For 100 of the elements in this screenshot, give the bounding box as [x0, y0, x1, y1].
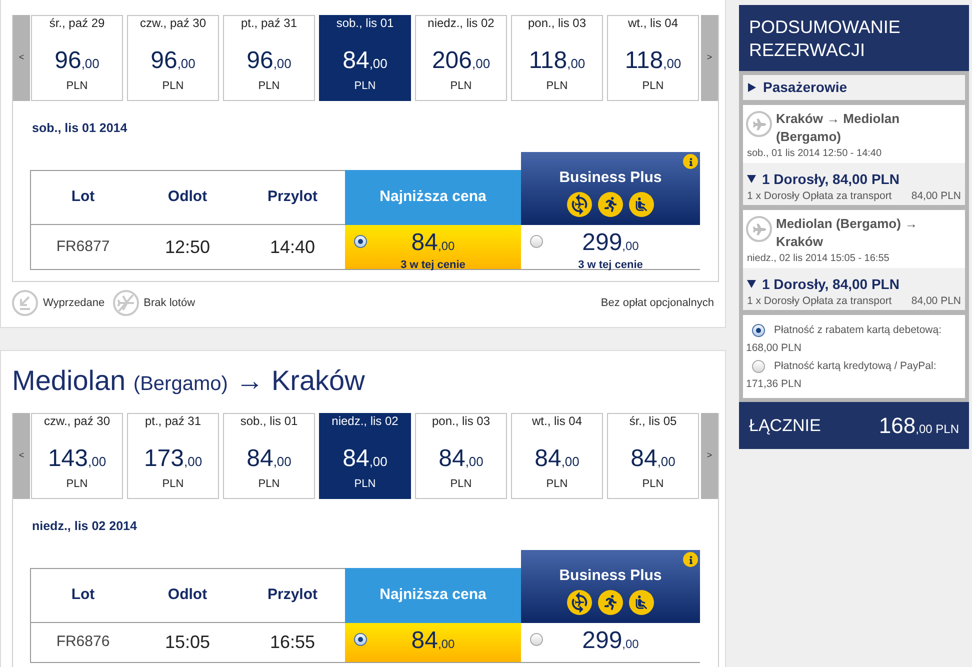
- fare-header: Najniższa cena: [345, 568, 521, 623]
- fare-cell[interactable]: 84,00: [345, 623, 521, 662]
- fare-line-amount: 84,00 PLN: [911, 294, 961, 308]
- date-tile[interactable]: śr., lis 05 84,00 PLN: [607, 413, 699, 499]
- summary-title: PODSUMOWANIE REZERWACJI: [749, 16, 902, 62]
- date-tile[interactable]: czw., paź 30 143,00 PLN: [31, 413, 123, 499]
- availability-note: 3 w tej cenie: [578, 259, 643, 272]
- date-tile[interactable]: czw., paź 30 96,00 PLN: [127, 15, 219, 101]
- date-label: niedz., lis 02: [428, 16, 494, 30]
- date-tile[interactable]: sob., lis 01 84,00 PLN: [319, 15, 411, 101]
- next-button[interactable]: >: [701, 15, 718, 101]
- price: 96,00: [54, 49, 100, 76]
- currency-label: PLN: [162, 80, 184, 93]
- payment-label: Płatność z rabatem kartą debetową:: [774, 322, 942, 338]
- price: 96,00: [150, 49, 196, 76]
- fare-price: 84,00: [411, 628, 455, 656]
- legend-label: Wyprzedane: [43, 296, 105, 311]
- radio-button[interactable]: [752, 360, 765, 373]
- fare-line-amount: 84,00 PLN: [911, 189, 961, 203]
- flight-schedule: sob., 01 lis 2014 12:50 - 14:40: [746, 147, 883, 160]
- flight-route: Mediolan (Bergamo) → Kraków: [776, 215, 919, 251]
- legend-label: Brak lotów: [144, 296, 196, 311]
- price: 84,00: [342, 49, 388, 76]
- fare-name: Business Plus: [559, 567, 662, 585]
- fare-price: 299,00: [582, 628, 639, 656]
- currency-label: PLN: [162, 478, 184, 491]
- date-tile[interactable]: wt., lis 04 84,00 PLN: [511, 413, 603, 499]
- radio-button[interactable]: [354, 235, 366, 248]
- fare-line-label: 1 x Dorosły Opłata za transport: [747, 189, 892, 203]
- fare-header: Najniższa cena: [345, 170, 521, 225]
- seated-person-icon: [629, 590, 654, 615]
- radio-button[interactable]: [752, 324, 765, 337]
- table-cell-text: 16:55: [268, 631, 316, 654]
- column-header: Odlot: [135, 170, 240, 225]
- fare-toggle[interactable]: 1 Dorosły, 84,00 PLN: [747, 170, 900, 188]
- route-title: Mediolan (Bergamo) → Kraków: [12, 365, 366, 398]
- column-header: Przylot: [240, 170, 345, 225]
- plane-icon: [746, 111, 772, 137]
- radio-button[interactable]: [354, 633, 366, 646]
- plane-sync-icon: [567, 590, 592, 615]
- date-label: sob., lis 01: [240, 414, 298, 428]
- payment-label: Płatność kartą kredytową / PayPal:: [774, 358, 936, 374]
- price: 84,00: [534, 447, 580, 474]
- date-label: śr., paź 29: [49, 16, 105, 30]
- radio-button[interactable]: [530, 633, 542, 646]
- currency-label: PLN: [66, 478, 88, 491]
- date-heading: niedz., lis 02 2014: [31, 519, 138, 533]
- payment-amount: 171,36 PLN: [746, 377, 802, 392]
- date-tile[interactable]: pon., lis 03 118,00 PLN: [511, 15, 603, 101]
- info-icon[interactable]: [683, 154, 698, 169]
- plane-icon: [746, 216, 772, 242]
- price: 118,00: [528, 49, 586, 76]
- previous-button[interactable]: <: [13, 15, 30, 101]
- price: 96,00: [246, 49, 292, 76]
- fare-cell[interactable]: 84,00 3 w tej cenie: [345, 225, 521, 269]
- total-label: ŁĄCZNIE: [749, 414, 821, 437]
- fare-line-label: 1 x Dorosły Opłata za transport: [747, 294, 892, 308]
- passengers-toggle[interactable]: Pasażerowie: [743, 75, 965, 100]
- price: 84,00: [342, 447, 388, 474]
- price: 206,00: [432, 49, 490, 76]
- column-header: Odlot: [135, 568, 240, 623]
- date-tile[interactable]: śr., paź 29 96,00 PLN: [31, 15, 123, 101]
- currency-label: PLN: [642, 80, 664, 93]
- radio-button[interactable]: [530, 235, 542, 248]
- date-label: pt., paź 31: [144, 414, 202, 428]
- table-cell-text: FR6876: [55, 632, 111, 652]
- currency-label: PLN: [354, 478, 376, 491]
- date-tile[interactable]: niedz., lis 02 206,00 PLN: [415, 15, 507, 101]
- date-tile[interactable]: pt., paź 31 96,00 PLN: [223, 15, 315, 101]
- date-tile[interactable]: wt., lis 04 118,00 PLN: [607, 15, 699, 101]
- table-cell-text: 12:50: [164, 236, 212, 258]
- date-tile[interactable]: pt., paź 31 173,00 PLN: [127, 413, 219, 499]
- date-tile[interactable]: niedz., lis 02 84,00 PLN: [319, 413, 411, 499]
- column-header: Lot: [30, 170, 135, 225]
- table-cell-text: FR6877: [55, 236, 111, 257]
- currency-label: PLN: [546, 80, 568, 93]
- fare-price: 299,00: [582, 230, 639, 258]
- table-cell-text: 15:05: [164, 631, 212, 654]
- currency-label: PLN: [546, 478, 568, 491]
- info-icon[interactable]: [683, 552, 698, 567]
- fees-note: Bez opłat opcjonalnych: [600, 296, 714, 311]
- currency-label: PLN: [642, 478, 664, 491]
- date-heading: sob., lis 01 2014: [31, 121, 128, 135]
- table-cell-text: 14:40: [268, 236, 316, 258]
- currency-label: PLN: [66, 80, 88, 93]
- date-label: sob., lis 01: [336, 16, 394, 30]
- column-header: Przylot: [240, 568, 345, 623]
- plane-sync-icon: [567, 192, 592, 217]
- price: 143,00: [48, 447, 106, 474]
- date-label: pt., paź 31: [240, 16, 298, 30]
- date-tile[interactable]: pon., lis 03 84,00 PLN: [415, 413, 507, 499]
- previous-button[interactable]: <: [13, 413, 30, 499]
- total-price: 168,00 PLN: [878, 412, 959, 440]
- date-tile[interactable]: sob., lis 01 84,00 PLN: [223, 413, 315, 499]
- fare-toggle[interactable]: 1 Dorosły, 84,00 PLN: [747, 275, 900, 293]
- arrow-circle-icon: [12, 290, 38, 316]
- crossed-plane-icon: [112, 290, 139, 316]
- fare-name: Business Plus: [559, 169, 662, 187]
- date-label: czw., paź 30: [44, 414, 110, 428]
- next-button[interactable]: >: [701, 413, 718, 499]
